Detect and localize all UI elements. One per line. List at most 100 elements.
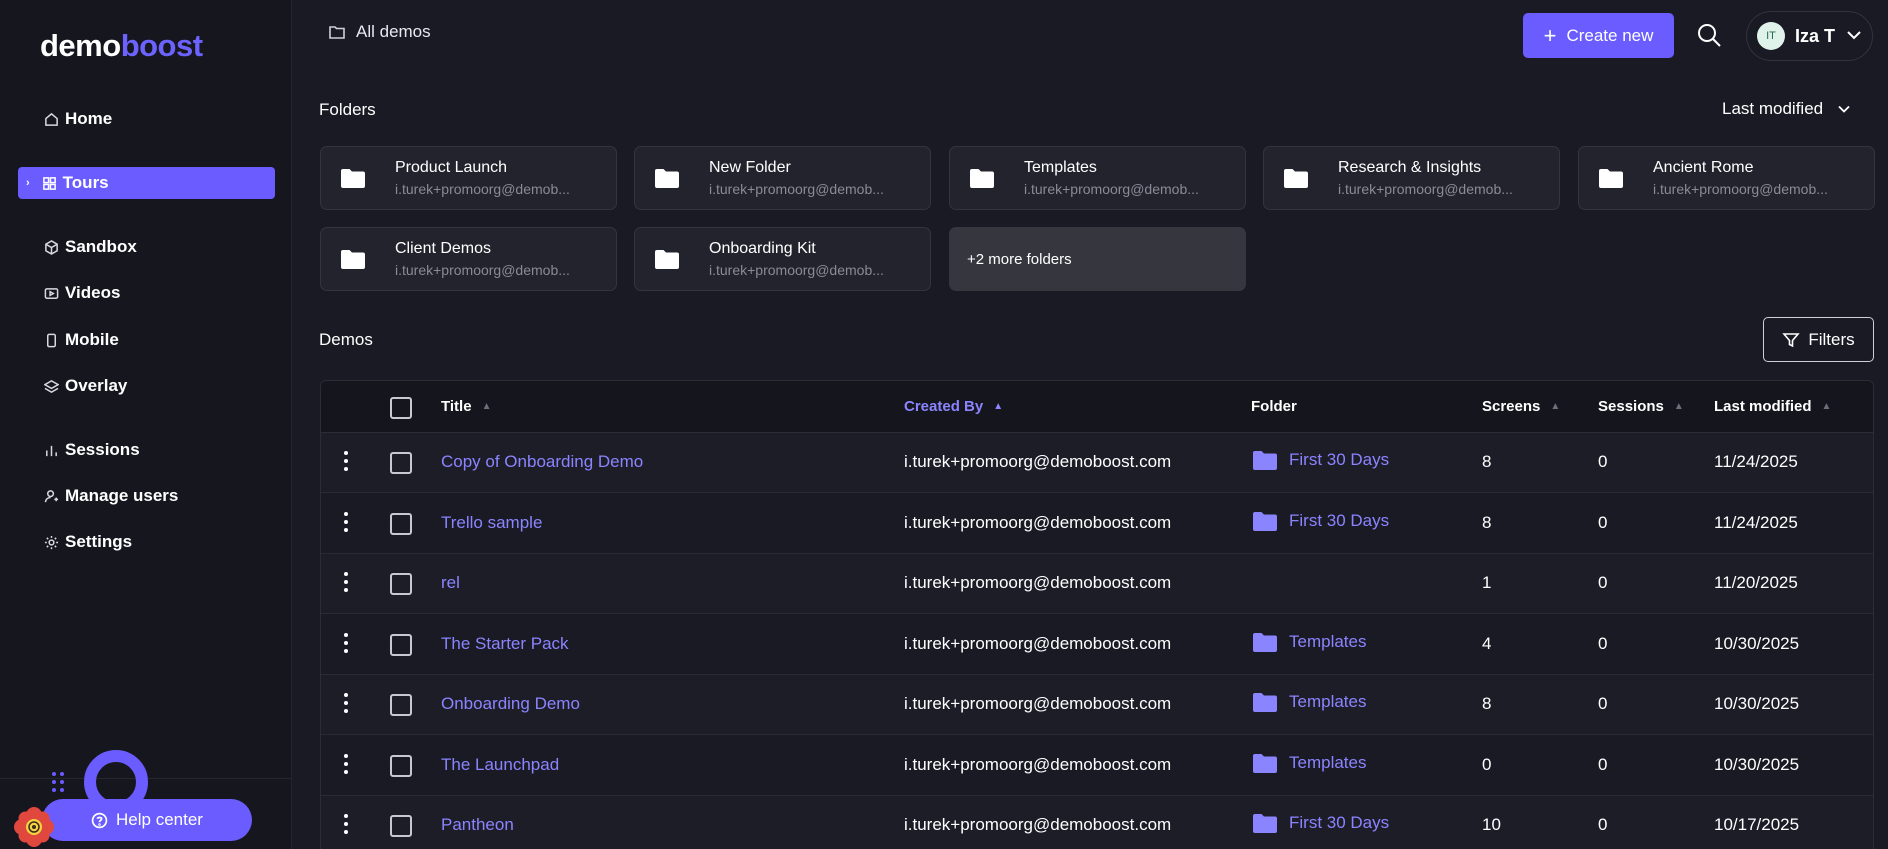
created-by-cell: i.turek+promoorg@demoboost.com — [904, 754, 1172, 774]
row-checkbox[interactable] — [390, 573, 412, 595]
create-new-button[interactable]: + Create new — [1523, 13, 1674, 58]
gear-icon — [44, 535, 59, 549]
row-checkbox[interactable] — [390, 694, 412, 716]
folder-link[interactable]: First 30 Days — [1253, 450, 1389, 470]
more-options-icon[interactable] — [343, 632, 349, 655]
last-modified-cell: 10/30/2025 — [1714, 754, 1800, 774]
user-name: Iza T — [1795, 25, 1836, 46]
demo-title-link[interactable]: The Launchpad — [441, 755, 559, 775]
table-row[interactable]: rel i.turek+promoorg@demoboost.com 1 0 11/20… — [321, 554, 1873, 614]
more-options-icon[interactable] — [343, 572, 349, 594]
folder-icon — [1253, 451, 1277, 470]
mobile-icon — [47, 333, 56, 347]
folder-card[interactable]: Client Demos i.turek+promoorg@demob... — [320, 227, 617, 291]
select-all-checkbox[interactable] — [390, 397, 412, 419]
folder-owner: i.turek+promoorg@demob... — [1024, 181, 1199, 197]
column-created-by[interactable]: Created By ▲ — [904, 398, 1003, 415]
help-center-button[interactable]: Help center — [42, 799, 252, 841]
folder-name: Product Launch — [395, 159, 508, 176]
more-options-icon[interactable] — [343, 753, 349, 776]
demo-title-link[interactable]: rel — [441, 573, 460, 593]
user-icon — [44, 489, 59, 502]
column-title[interactable]: Title ▲ — [441, 398, 491, 415]
sidebar-item-sessions[interactable]: Sessions — [18, 434, 275, 466]
created-by-cell: i.turek+promoorg@demoboost.com — [904, 452, 1172, 471]
video-icon — [44, 287, 59, 299]
folders-sort-select[interactable]: Last modified — [1722, 99, 1851, 119]
sort-arrow-icon: ▲ — [1673, 401, 1684, 412]
demo-title-link[interactable]: Trello sample — [441, 513, 542, 533]
sidebar-item-videos[interactable]: Videos — [18, 277, 275, 309]
sidebar-item-mobile[interactable]: Mobile — [18, 324, 275, 356]
sidebar-item-manage-users[interactable]: Manage users — [18, 480, 275, 512]
folder-link[interactable]: First 30 Days — [1253, 511, 1389, 531]
demo-title-link[interactable]: Copy of Onboarding Demo — [441, 452, 643, 472]
table-row[interactable]: Pantheon i.turek+promoorg@demoboost.com Fi… — [321, 796, 1873, 849]
table-row[interactable]: The Launchpad i.turek+promoorg@demoboost.… — [321, 736, 1873, 796]
demo-title-link[interactable]: Pantheon — [441, 815, 514, 835]
folder-card[interactable]: Research & Insights i.turek+promoorg@demo… — [1263, 146, 1560, 210]
folder-card[interactable]: Ancient Rome i.turek+promoorg@demob... — [1578, 146, 1875, 210]
row-checkbox[interactable] — [390, 754, 412, 777]
user-menu-button[interactable]: IT Iza T — [1746, 11, 1873, 61]
column-folder[interactable]: Folder — [1251, 398, 1297, 415]
sidebar-item-sandbox[interactable]: Sandbox — [18, 231, 275, 263]
row-checkbox[interactable] — [390, 452, 412, 474]
more-options-icon[interactable] — [343, 511, 349, 534]
table-row[interactable]: Copy of Onboarding Demo i.turek+promoorg@… — [321, 433, 1873, 493]
sessions-cell: 0 — [1598, 512, 1608, 532]
folder-link[interactable]: Templates — [1253, 632, 1366, 652]
table-row[interactable]: Onboarding Demo i.turek+promoorg@demoboos… — [321, 675, 1873, 735]
row-checkbox[interactable] — [390, 512, 412, 535]
screens-cell: 0 — [1482, 754, 1492, 774]
column-sessions[interactable]: Sessions ▲ — [1598, 398, 1684, 415]
chevron-down-icon — [1845, 23, 1863, 50]
search-button[interactable] — [1696, 22, 1722, 48]
screens-cell: 4 — [1482, 633, 1492, 653]
folder-link[interactable]: Templates — [1253, 692, 1366, 712]
more-options-icon[interactable] — [343, 451, 349, 473]
folder-card[interactable]: Templates i.turek+promoorg@demob... — [949, 146, 1246, 210]
folder-icon — [341, 169, 365, 188]
sidebar-item-tours[interactable]: › Tours — [18, 167, 275, 199]
folder-icon — [1599, 169, 1623, 188]
column-last-modified[interactable]: Last modified ▲ — [1714, 398, 1831, 415]
screens-cell: 8 — [1482, 452, 1492, 471]
more-options-icon[interactable] — [343, 693, 349, 715]
folder-link[interactable]: First 30 Days — [1253, 813, 1389, 833]
demoboost-logo[interactable]: demoboost — [40, 28, 203, 64]
folder-owner: i.turek+promoorg@demob... — [395, 181, 570, 197]
folder-link-label: Templates — [1289, 631, 1367, 651]
sidebar-item-settings[interactable]: Settings — [18, 526, 275, 558]
avatar: IT — [1757, 22, 1785, 50]
sidebar-item-overlay[interactable]: Overlay — [18, 370, 275, 402]
drag-handle-icon[interactable] — [52, 772, 66, 794]
folder-link-label: First 30 Days — [1289, 450, 1390, 469]
sidebar-item-home[interactable]: Home — [18, 103, 275, 135]
folder-card[interactable]: New Folder i.turek+promoorg@demob... — [634, 146, 931, 210]
sessions-cell: 0 — [1598, 694, 1608, 713]
more-folders-button[interactable]: +2 more folders — [949, 227, 1246, 291]
demo-title-link[interactable]: Onboarding Demo — [441, 694, 580, 714]
table-row[interactable]: The Starter Pack i.turek+promoorg@demoboo… — [321, 615, 1873, 675]
folder-owner: i.turek+promoorg@demob... — [395, 262, 570, 278]
folder-name: Onboarding Kit — [709, 240, 816, 257]
folder-card[interactable]: Onboarding Kit i.turek+promoorg@demob... — [634, 227, 931, 291]
flower-badge-icon[interactable] — [12, 805, 56, 849]
filters-button[interactable]: Filters — [1763, 317, 1874, 362]
last-modified-cell: 11/20/2025 — [1714, 573, 1798, 592]
row-checkbox[interactable] — [390, 633, 412, 656]
plus-icon: + — [1543, 22, 1557, 48]
demo-title-link[interactable]: The Starter Pack — [441, 634, 569, 654]
sort-arrow-icon: ▲ — [481, 401, 492, 412]
folder-card[interactable]: Product Launch i.turek+promoorg@demob... — [320, 146, 617, 210]
folder-link-label: First 30 Days — [1289, 813, 1390, 832]
breadcrumb[interactable]: All demos — [328, 22, 431, 42]
column-screens[interactable]: Screens ▲ — [1482, 398, 1560, 415]
folder-icon — [341, 250, 365, 269]
folder-link[interactable]: Templates — [1253, 753, 1366, 773]
more-options-icon[interactable] — [343, 814, 349, 836]
table-row[interactable]: Trello sample i.turek+promoorg@demoboost.… — [321, 494, 1873, 554]
row-checkbox[interactable] — [390, 815, 412, 837]
folder-icon — [1253, 632, 1277, 652]
